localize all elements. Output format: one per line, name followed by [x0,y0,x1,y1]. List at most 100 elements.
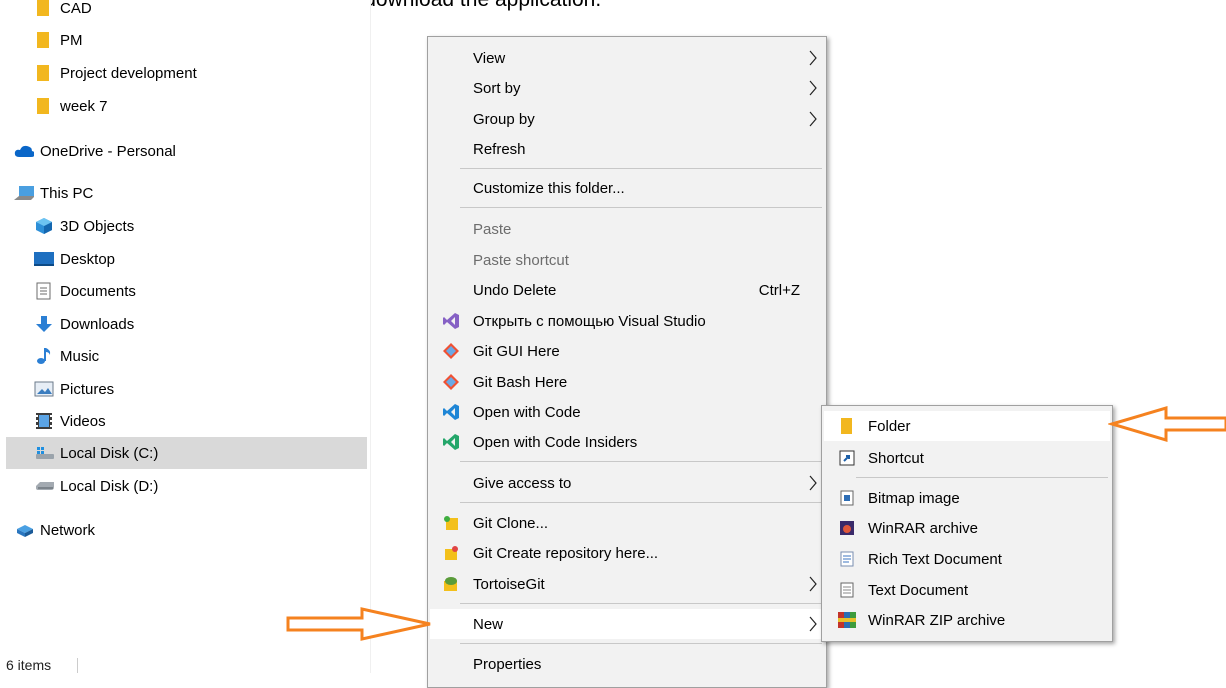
menu-item-git-create-repo[interactable]: Git Create repository here... [430,538,824,568]
submenu-item-shortcut[interactable]: Shortcut [824,443,1110,473]
menu-separator [460,643,822,644]
winrar-icon [838,519,856,537]
menu-item-open-visual-studio[interactable]: Открыть с помощью Visual Studio [430,306,824,336]
git-gui-icon [442,342,460,360]
vscode-icon [442,403,460,421]
visual-studio-icon [442,312,460,330]
nav-item-project-development[interactable]: Project development [34,57,197,89]
nav-item-documents[interactable]: Documents [34,275,136,307]
git-bash-icon [442,373,460,391]
windows-disk-icon [34,444,54,462]
nav-item-videos[interactable]: Videos [34,405,106,437]
download-arrow-icon [34,315,54,333]
nav-item-3d-objects[interactable]: 3D Objects [34,210,134,242]
nav-item-network[interactable]: Network [14,514,95,546]
menu-item-properties[interactable]: Properties [430,649,824,679]
nav-item-local-disk-d[interactable]: Local Disk (D:) [34,470,158,502]
folder-icon [838,417,856,435]
git-clone-icon [442,514,460,532]
menu-item-git-bash[interactable]: Git Bash Here [430,367,824,397]
submenu-item-folder[interactable]: Folder [824,411,1110,441]
desktop-icon [34,250,54,268]
menu-separator [460,461,822,462]
menu-item-tortoisegit[interactable]: TortoiseGit [430,569,824,599]
nav-item-this-pc[interactable]: This PC [14,177,93,209]
music-note-icon [34,347,54,365]
menu-item-git-clone[interactable]: Git Clone... [430,508,824,538]
menu-item-undo-delete[interactable]: Undo Delete Ctrl+Z [430,275,824,305]
menu-separator [460,502,822,503]
nav-item-pictures[interactable]: Pictures [34,373,114,405]
nav-item-music[interactable]: Music [34,340,99,372]
folder-icon [34,0,54,17]
nav-item-label: This PC [40,184,94,202]
nav-item-pm[interactable]: PM [34,24,83,56]
nav-item-label: Project development [60,64,197,82]
text-document-icon [838,581,856,599]
menu-item-view[interactable]: View [430,43,824,73]
menu-item-paste-shortcut: Paste shortcut [473,251,569,269]
menu-item-customize-folder[interactable]: Customize this folder... [430,173,824,203]
submenu-item-winrar-zip[interactable]: WinRAR ZIP archive [824,605,1110,635]
submenu-item-rich-text[interactable]: Rich Text Document [824,544,1110,574]
nav-item-label: Desktop [60,250,116,268]
nav-item-onedrive[interactable]: OneDrive - Personal [14,135,176,167]
nav-item-label: CAD [60,0,92,17]
nav-item-label: PM [60,31,83,49]
arrow-pointing-new [286,607,431,641]
menu-separator [460,168,822,169]
menu-separator [856,477,1108,478]
context-menu: View Sort by Group by Refresh Customize … [427,36,827,688]
rich-text-icon [838,550,856,568]
nav-item-local-disk-c[interactable]: Local Disk (C:) [6,437,367,469]
document-icon [34,282,54,300]
film-icon [34,412,54,430]
nav-item-label: Network [40,521,96,539]
menu-item-give-access[interactable]: Give access to [430,468,824,498]
submenu-item-winrar[interactable]: WinRAR archive [824,513,1110,543]
nav-item-label: Local Disk (D:) [60,477,159,495]
folder-icon [34,31,54,49]
vscode-insiders-icon [442,433,460,451]
menu-item-new[interactable]: New [430,609,824,639]
nav-item-label: Videos [60,412,106,430]
menu-item-refresh[interactable]: Refresh [430,134,824,164]
status-item-count: 6 items [6,657,52,673]
chevron-right-icon [808,475,818,491]
chevron-right-icon [808,616,818,632]
folder-icon [34,64,54,82]
bitmap-icon [838,489,856,507]
nav-item-label: Pictures [60,380,115,398]
nav-item-downloads[interactable]: Downloads [34,308,134,340]
tortoisegit-icon [442,575,460,593]
chevron-right-icon [808,80,818,96]
pane-divider [370,0,371,673]
picture-icon [34,380,54,398]
nav-item-label: Downloads [60,315,135,333]
chevron-right-icon [808,50,818,66]
shortcut-icon [838,449,856,467]
menu-item-sort-by[interactable]: Sort by [430,73,824,103]
submenu-item-bitmap[interactable]: Bitmap image [824,483,1110,513]
menu-separator [460,207,822,208]
menu-item-git-gui[interactable]: Git GUI Here [430,336,824,366]
chevron-right-icon [808,111,818,127]
nav-item-cad[interactable]: CAD [34,0,92,24]
arrow-pointing-folder [1108,405,1226,443]
git-create-repo-icon [442,544,460,562]
menu-item-paste: Paste [473,220,512,238]
submenu-item-text[interactable]: Text Document [824,575,1110,605]
menu-item-open-with-code-insiders[interactable]: Open with Code Insiders [430,427,824,457]
chevron-right-icon [808,576,818,592]
nav-item-week-7[interactable]: week 7 [34,90,108,122]
nav-item-desktop[interactable]: Desktop [34,243,115,275]
nav-item-label: Local Disk (C:) [60,444,159,462]
nav-item-label: Documents [60,282,136,300]
network-icon [14,521,34,539]
menu-separator [460,603,822,604]
cloud-icon [14,142,34,160]
winrar-zip-icon [838,611,856,629]
menu-item-group-by[interactable]: Group by [430,104,824,134]
new-submenu: Folder Shortcut Bitmap image WinRAR arch… [821,405,1113,642]
menu-item-open-with-code[interactable]: Open with Code [430,397,824,427]
